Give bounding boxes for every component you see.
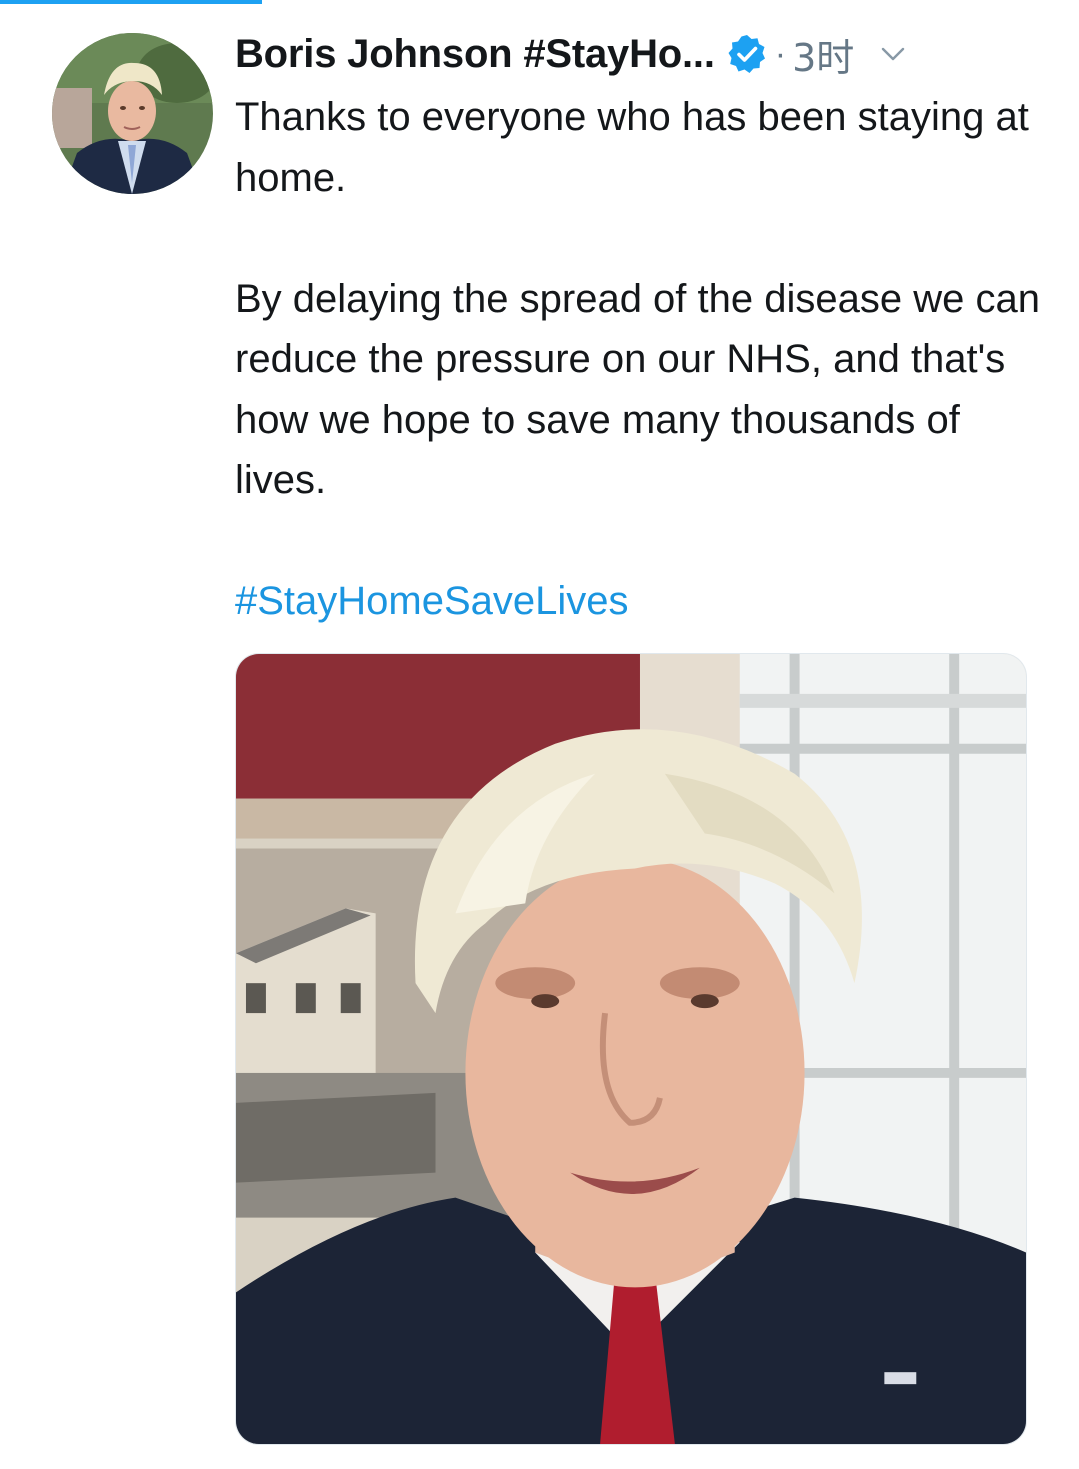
chevron-down-icon[interactable] [880,41,906,67]
author-display-name[interactable]: Boris Johnson #StayHo... [235,32,715,77]
top-accent-bar [0,0,262,4]
video-thumbnail[interactable] [235,653,1027,1445]
tweet-text-paragraph-1: Thanks to everyone who has been staying … [235,95,1029,200]
header-separator: · [774,34,787,73]
verified-badge-icon [727,34,767,74]
avatar[interactable] [52,33,213,194]
video-frame-image [236,654,1026,1444]
tweet-header: Boris Johnson #StayHo... · 3时 [235,26,1045,82]
tweet-text-paragraph-2: By delaying the spread of the disease we… [235,276,1040,503]
hashtag-link[interactable]: #StayHomeSaveLives [235,571,1055,632]
tweet-body: Thanks to everyone who has been staying … [235,87,1055,632]
tweet-timestamp[interactable]: 3时 [792,27,854,82]
profile-photo-icon [52,33,213,194]
